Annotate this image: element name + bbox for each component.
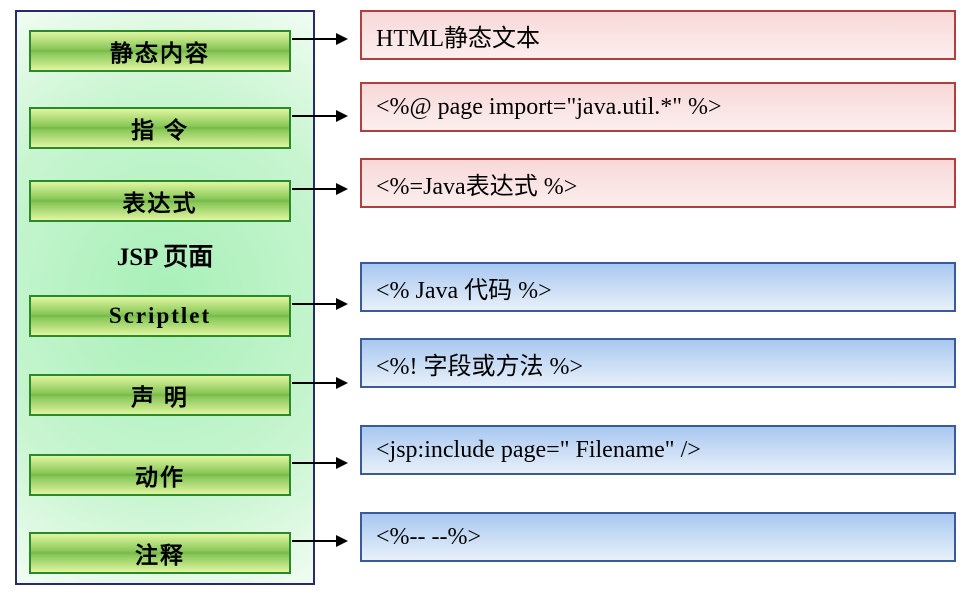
arrow-2 xyxy=(292,188,346,190)
left-item-2: 表达式 xyxy=(29,180,291,222)
arrow-5 xyxy=(292,462,346,464)
arrow-4 xyxy=(292,382,346,384)
right-desc-6: <%-- --%> xyxy=(360,512,956,562)
right-desc-2: <%=Java表达式 %> xyxy=(360,158,956,208)
left-item-3: Scriptlet xyxy=(29,295,291,337)
left-item-6: 注释 xyxy=(29,532,291,574)
right-desc-4: <%! 字段或方法 %> xyxy=(360,338,956,388)
right-desc-0: HTML静态文本 xyxy=(360,10,956,60)
left-item-5: 动作 xyxy=(29,454,291,496)
arrow-3 xyxy=(292,303,346,305)
left-item-1: 指 令 xyxy=(29,107,291,149)
left-item-4: 声 明 xyxy=(29,374,291,416)
jsp-page-container: 静态内容指 令表达式 Scriptlet 声 明动作注释 JSP 页面 xyxy=(15,10,315,585)
arrow-1 xyxy=(292,115,346,117)
right-desc-1: <%@ page import="java.util.*" %> xyxy=(360,82,956,132)
left-item-0: 静态内容 xyxy=(29,30,291,72)
section-title: JSP 页面 xyxy=(17,231,313,279)
arrow-0 xyxy=(292,38,346,40)
arrow-6 xyxy=(292,540,346,542)
right-desc-5: <jsp:include page=" Filename" /> xyxy=(360,425,956,475)
right-desc-3: <% Java 代码 %> xyxy=(360,262,956,312)
